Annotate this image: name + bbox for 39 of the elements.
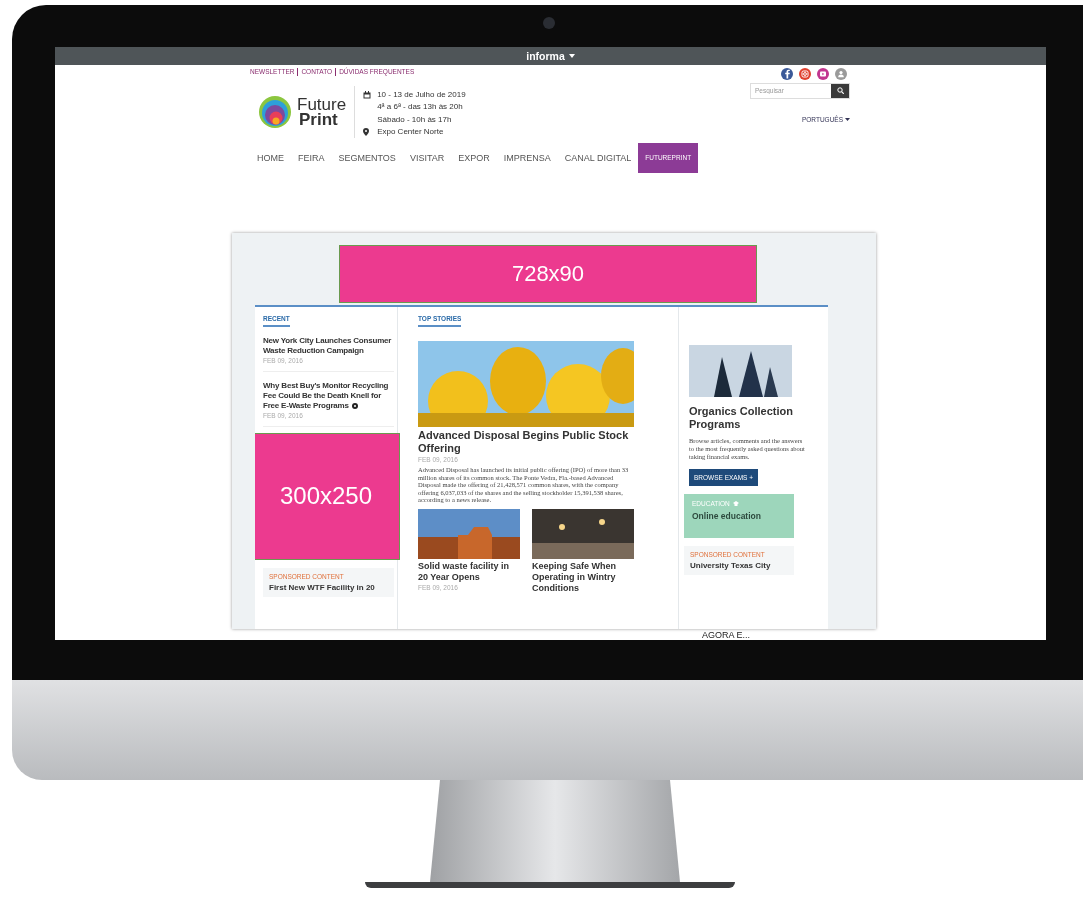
logo-text: Print (299, 111, 338, 127)
nav-tab[interactable]: VISITAR (402, 142, 452, 173)
promo-title: Online education (692, 510, 762, 521)
search-icon (836, 87, 844, 95)
ad-size-text: 300x250 (279, 482, 373, 511)
event-hours: Sábado - 10h às 17h (377, 113, 453, 126)
article-link[interactable]: Solid waste facility in 20 Year Opens (418, 560, 520, 583)
circle-icon (351, 402, 358, 409)
logo-text: Future (297, 96, 347, 112)
nav-tab[interactable]: CANAL DIGITAL (557, 142, 639, 173)
article-link[interactable]: Keeping Safe When Operating in Wintry Conditions (532, 560, 634, 594)
nav-tab[interactable]: HOME (250, 142, 291, 173)
event-dates: 10 - 13 de Julho de 2019 (377, 89, 466, 102)
caret-icon (568, 53, 575, 58)
caret-icon (845, 117, 850, 121)
event-venue: Expo Center Norte (377, 125, 445, 138)
article-link[interactable]: University Texas City (690, 560, 788, 570)
camera-icon (543, 17, 555, 29)
location-pin-icon (363, 127, 370, 136)
ad-size-text: 728x90 (511, 260, 585, 287)
nav-tab[interactable]: SEGMENTOS (331, 142, 403, 173)
nav-tab[interactable]: EXPOR (451, 142, 497, 173)
article-link[interactable]: Why Best Buy's Monitor Recycling Fee Could Be the Death Knell for Free E-Waste Programs (263, 380, 394, 411)
nav-tab[interactable]: FEIRA (291, 142, 332, 173)
article-link[interactable]: New York City Launches Consumer Waste Reduction Campaign (263, 335, 394, 356)
logo-icon (258, 94, 292, 129)
nav-tab[interactable]: IMPRENSA (496, 142, 558, 173)
play-icon[interactable] (817, 67, 829, 80)
person-icon[interactable] (835, 67, 847, 80)
brand-menu[interactable]: informa (526, 49, 565, 62)
camera-icon[interactable] (799, 67, 811, 80)
article-link[interactable]: First New WTF Facility in 20 (269, 582, 388, 592)
article-link[interactable]: Organics Collection Programs (689, 404, 806, 431)
f-letter-icon[interactable] (781, 67, 793, 80)
calendar-icon (363, 91, 372, 100)
caption-text: AGORA E... (702, 630, 751, 640)
event-hours: 4ª a 6ª - das 13h às 20h (377, 101, 464, 114)
search-button[interactable] (831, 83, 849, 98)
article-link[interactable]: Advanced Disposal Begins Public Stock Offering (418, 428, 636, 455)
